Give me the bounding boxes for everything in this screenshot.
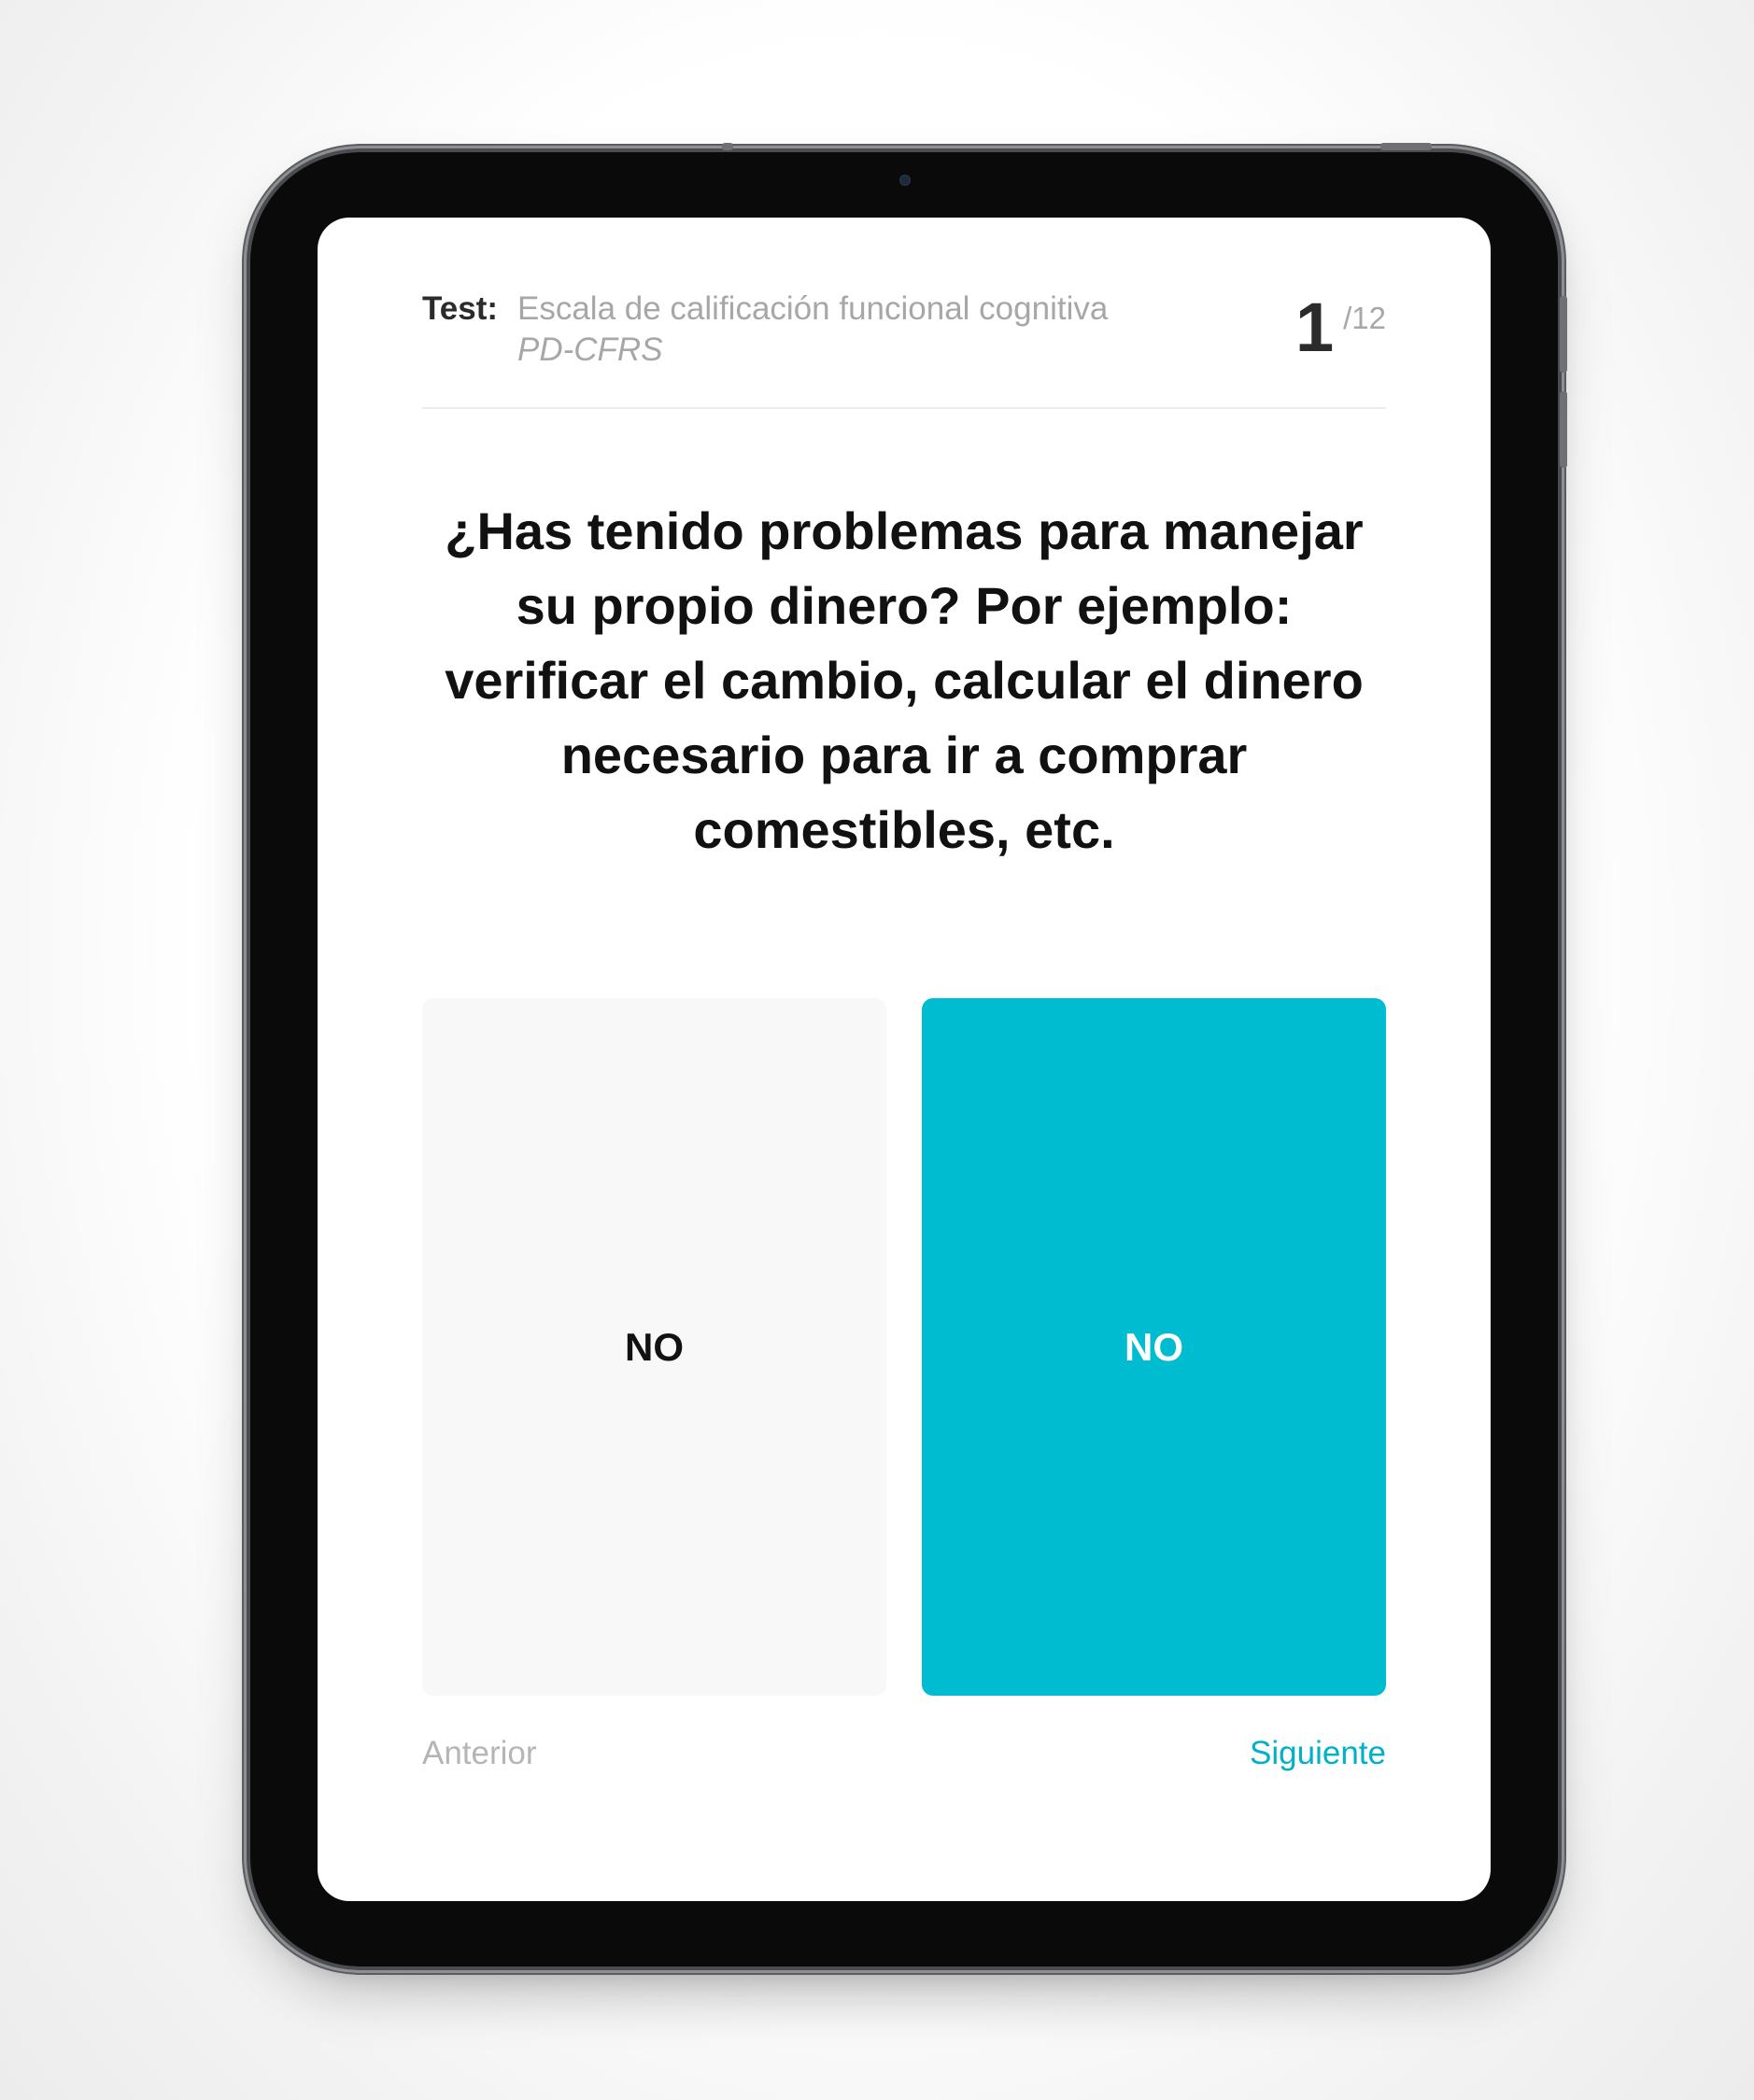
tablet-device: Test: Escala de calificación funcional c…: [250, 143, 1567, 1966]
answer-option-2-label: NO: [1125, 1324, 1183, 1369]
next-button[interactable]: Siguiente: [1250, 1735, 1386, 1772]
test-label: Test:: [422, 290, 499, 327]
progress-total: /12: [1343, 301, 1386, 335]
answer-option-1-label: NO: [625, 1324, 684, 1369]
volume-up-button: [1560, 296, 1567, 373]
test-header: Test: Escala de calificación funcional c…: [422, 290, 1386, 421]
answer-option-1[interactable]: NO: [422, 998, 886, 1696]
header-divider: [422, 407, 1386, 409]
test-name: Escala de calificación funcional cogniti…: [517, 290, 1109, 327]
power-button: [1380, 143, 1432, 150]
app-screen: Test: Escala de calificación funcional c…: [318, 218, 1491, 1901]
volume-down-button: [1560, 391, 1567, 468]
progress-current: 1: [1294, 289, 1335, 366]
question-progress: 1/12: [1295, 290, 1386, 365]
previous-button[interactable]: Anterior: [422, 1735, 537, 1772]
answer-option-2-selected[interactable]: NO: [922, 998, 1386, 1696]
top-button: [722, 143, 733, 150]
front-camera-icon: [899, 175, 911, 186]
test-code: PD-CFRS: [517, 331, 663, 368]
question-text: ¿Has tenido problemas para manejar su pr…: [445, 501, 1364, 859]
